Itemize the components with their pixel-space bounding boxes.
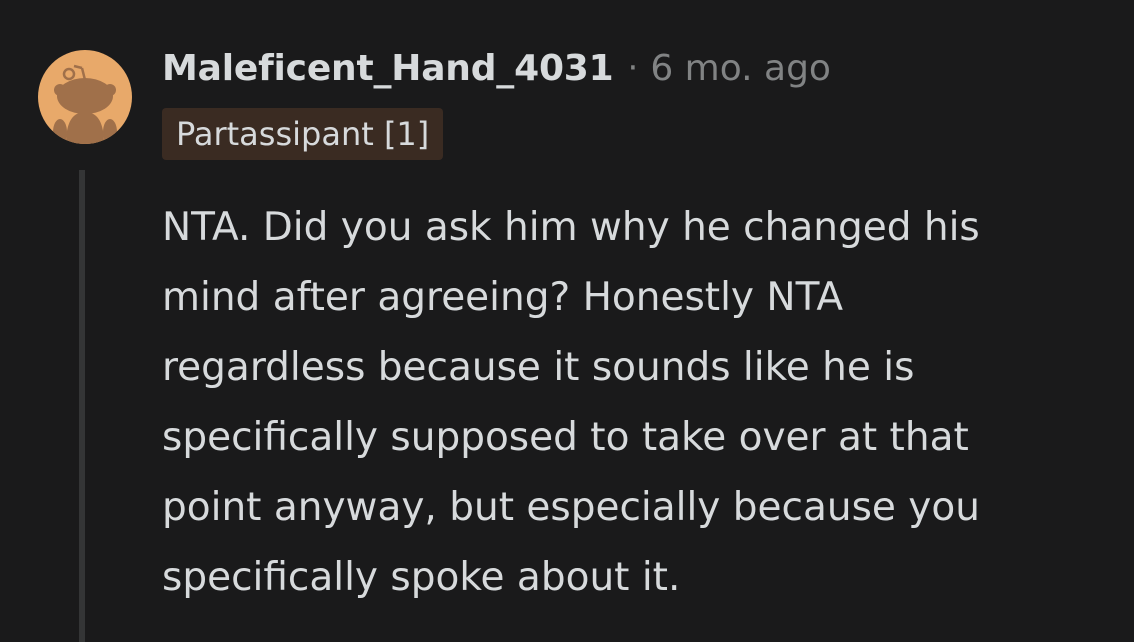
user-avatar[interactable] (38, 50, 132, 144)
flair-label: Partassipant [1] (176, 115, 430, 153)
comment-body-line: mind after agreeing? Honestly NTA (162, 275, 844, 320)
comment-header: Maleficent_Hand_4031 · 6 mo. ago (162, 40, 831, 96)
meta-separator: · (627, 48, 639, 88)
comment-body-line: specifically spoke about it. (162, 555, 681, 600)
comment-body-line: specifically supposed to take over at th… (162, 415, 969, 460)
snoo-avatar-icon (53, 64, 117, 144)
comment: Maleficent_Hand_4031 · 6 mo. ago Partass… (0, 0, 1134, 642)
thread-line[interactable] (79, 170, 85, 642)
comment-body-line: NTA. Did you ask him why he changed his (162, 205, 980, 250)
comment-timestamp[interactable]: 6 mo. ago (650, 48, 831, 89)
comment-body-line: regardless because it sounds like he is (162, 345, 915, 390)
comment-body-line: point anyway, but especially because you (162, 485, 980, 530)
comment-body: NTA. Did you ask him why he changed his … (162, 193, 1112, 613)
user-flair: Partassipant [1] (162, 108, 444, 160)
username-link[interactable]: Maleficent_Hand_4031 (162, 48, 614, 89)
